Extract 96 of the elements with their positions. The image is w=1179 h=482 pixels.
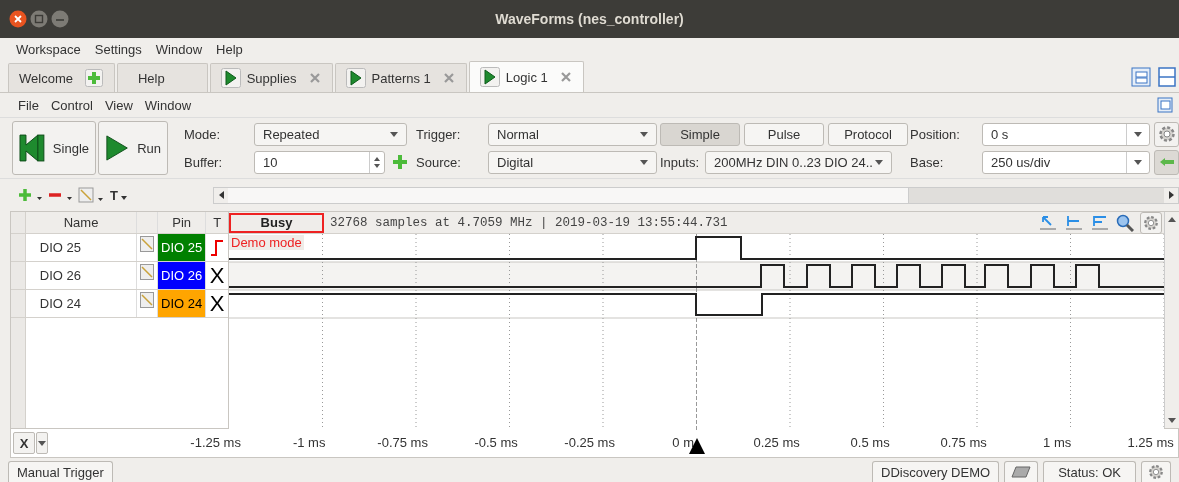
cursor-icon[interactable] <box>1038 214 1058 231</box>
settings-button[interactable] <box>1140 211 1162 234</box>
mode-dropdown[interactable]: Repeated <box>254 122 407 146</box>
tab[interactable]: Welcome <box>8 63 115 92</box>
text-tool-button[interactable]: T <box>110 187 127 203</box>
menu-item[interactable]: File <box>18 97 39 113</box>
markers-icon[interactable] <box>1090 214 1110 231</box>
window-layout-icon[interactable] <box>1157 97 1173 113</box>
run-button[interactable]: Run <box>98 121 168 175</box>
device-icon-button[interactable] <box>1004 461 1039 482</box>
device-button[interactable]: DDiscovery DEMO <box>872 461 1000 482</box>
plus-icon[interactable] <box>392 154 408 170</box>
plus-icon[interactable] <box>84 69 103 87</box>
source-dropdown[interactable]: Digital <box>488 150 657 174</box>
play-icon <box>105 133 130 163</box>
single-step-icon <box>19 133 45 163</box>
mode-label: Mode: <box>184 126 222 142</box>
axis-label: 1 ms <box>1043 435 1072 450</box>
base-field[interactable]: 250 us/div <box>982 150 1150 174</box>
trigger-type-button[interactable]: Pulse <box>744 122 824 146</box>
edit-icon[interactable] <box>140 292 155 308</box>
gear-icon <box>1157 125 1176 143</box>
tab[interactable]: Help <box>116 63 208 92</box>
window-layout-icon[interactable] <box>1131 66 1151 87</box>
menu-item[interactable]: View <box>104 97 133 113</box>
play-icon[interactable] <box>345 68 366 88</box>
dropdown-button[interactable] <box>36 432 48 454</box>
trigger-dropdown[interactable]: Normal <box>488 122 657 146</box>
column-header: T <box>212 214 223 232</box>
horizontal-scrollbar[interactable] <box>213 186 1179 204</box>
source-label: Source: <box>416 154 462 170</box>
position-label: Position: <box>910 126 961 142</box>
tab[interactable]: Logic 1 <box>468 61 584 92</box>
axis-label: 1.25 ms <box>1127 435 1174 450</box>
axis-label: 0.25 ms <box>753 435 800 450</box>
axis-label: -0.75 ms <box>377 435 428 450</box>
inputs-label: Inputs: <box>660 154 700 170</box>
menu-item[interactable]: Workspace <box>16 42 81 57</box>
edit-icon[interactable] <box>140 236 155 252</box>
pin-label: DIO 26 <box>158 262 207 289</box>
tab[interactable]: Supplies <box>209 63 333 92</box>
close-icon[interactable] <box>9 10 27 28</box>
axis-label: 0.5 ms <box>850 435 890 450</box>
play-icon[interactable] <box>479 67 500 87</box>
menu-item[interactable]: Window <box>144 97 192 113</box>
channel-name[interactable]: DIO 26 <box>25 262 138 289</box>
axis-label: 0 m <box>672 435 694 450</box>
minimize-icon[interactable] <box>51 10 69 28</box>
channel-name[interactable]: DIO 24 <box>25 290 138 317</box>
trigger-label: Trigger: <box>416 126 462 142</box>
vertical-scrollbar[interactable] <box>1164 212 1179 428</box>
edit-icon[interactable] <box>78 187 106 203</box>
window-title: WaveForms (nes_controller) <box>495 11 684 27</box>
axis-button[interactable]: X <box>13 432 35 454</box>
manual-trigger-button[interactable]: Manual Trigger <box>8 461 113 482</box>
settings-button[interactable] <box>1141 461 1171 482</box>
axis-label: -0.5 ms <box>474 435 518 450</box>
column-header: Pin <box>157 212 207 233</box>
inputs-dropdown[interactable]: 200MHz DIN 0..23 DIO 24.. <box>705 150 893 174</box>
buffer-label: Buffer: <box>184 154 224 170</box>
buffer-spinbox[interactable]: 10 <box>254 150 385 174</box>
axis-label: -1.25 ms <box>190 435 241 450</box>
single-button[interactable]: Single <box>12 121 96 175</box>
menu-item[interactable]: Control <box>50 97 93 113</box>
status-label: Busy <box>229 212 324 233</box>
position-field[interactable]: 0 s <box>982 122 1150 146</box>
play-icon[interactable] <box>220 68 241 88</box>
gear-icon <box>1148 464 1164 480</box>
status-button[interactable]: Status: OK <box>1043 461 1136 482</box>
axis-label: 0.75 ms <box>940 435 987 450</box>
zoom-icon[interactable] <box>1116 213 1134 232</box>
axis-label: -0.25 ms <box>564 435 615 450</box>
acquisition-info: 32768 samples at 4.7059 MHz | 2019-03-19 13:55:44.731 <box>330 215 728 230</box>
channel-name[interactable]: DIO 25 <box>25 234 138 261</box>
trigger-type-button[interactable]: Protocol <box>828 122 908 146</box>
add-channel-icon[interactable] <box>18 188 44 202</box>
marker-icon[interactable] <box>1064 214 1084 231</box>
menu-item[interactable]: Window <box>155 42 203 57</box>
trigger-type-button[interactable]: Simple <box>660 122 740 146</box>
device-icon <box>1011 466 1032 478</box>
pin-label: DIO 25 <box>158 234 207 261</box>
axis-label: -1 ms <box>292 435 326 450</box>
column-header: Name <box>25 212 138 233</box>
arrow-icon <box>1158 157 1175 167</box>
menu-item[interactable]: Settings <box>94 42 142 57</box>
edit-icon[interactable] <box>140 264 155 280</box>
rising-edge-icon[interactable] <box>210 238 225 257</box>
base-label: Base: <box>910 154 945 170</box>
tab[interactable]: Patterns 1 <box>334 63 467 92</box>
menu-item[interactable]: Help <box>216 42 243 57</box>
split-layout-icon[interactable] <box>1157 66 1177 87</box>
pin-label: DIO 24 <box>158 290 207 317</box>
back-arrow-button[interactable] <box>1154 149 1179 175</box>
gear-icon <box>1143 214 1159 231</box>
demo-mode-label: Demo mode <box>229 235 304 250</box>
settings-button[interactable] <box>1154 121 1179 147</box>
